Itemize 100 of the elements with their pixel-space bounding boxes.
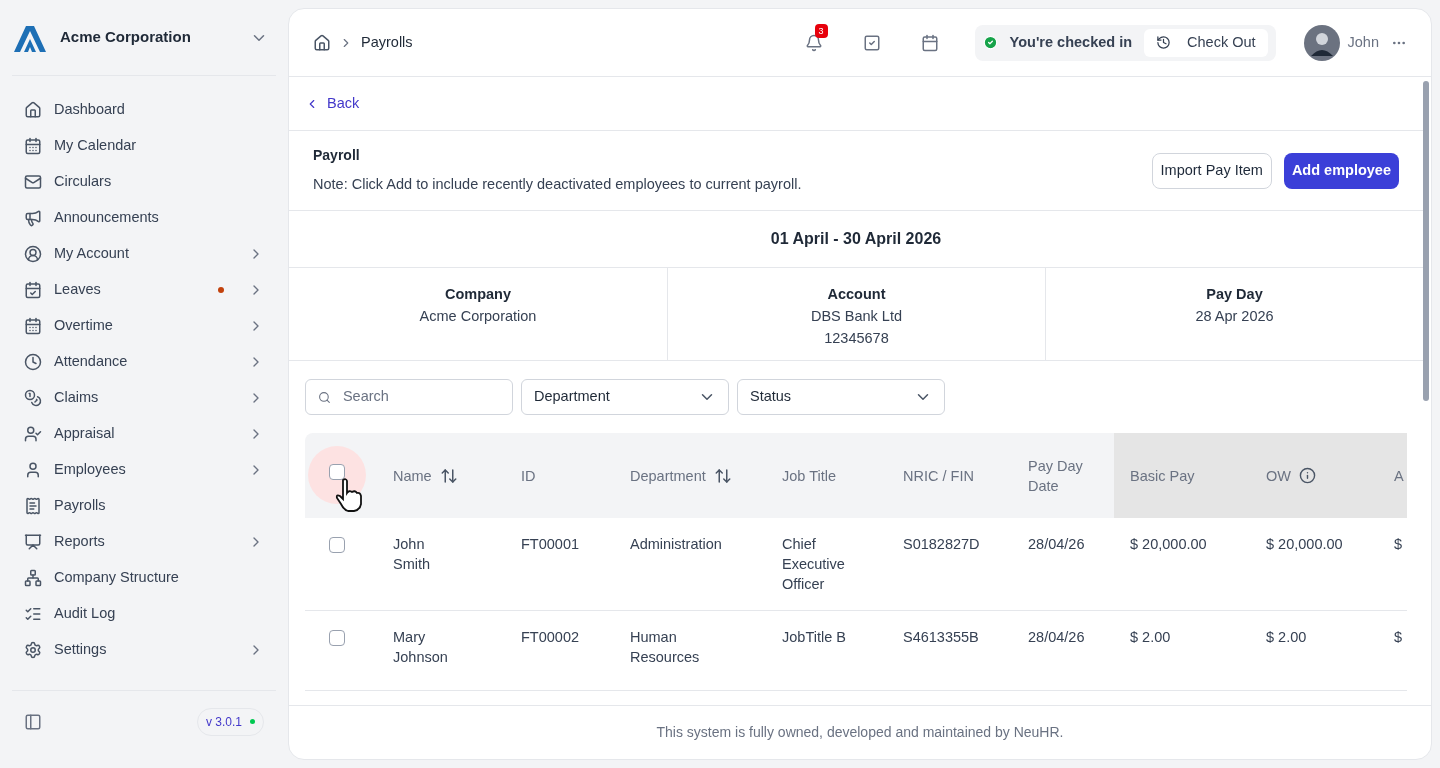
breadcrumb-item[interactable]: Payrolls	[361, 31, 805, 54]
table-cell-text: Mary Johnson	[393, 628, 449, 667]
calendar-icon	[24, 317, 42, 335]
info-value: Acme Corporation	[419, 306, 537, 326]
column-header[interactable]: Department	[630, 465, 706, 486]
sidebar-item[interactable]: Overtime	[12, 308, 276, 344]
check-circle-icon	[982, 35, 998, 50]
table-cell-text: S0182827D	[903, 535, 980, 554]
task-icon[interactable]	[862, 33, 881, 52]
mail-icon	[24, 173, 42, 191]
footer-text: This system is fully owned, developed and maintained by NeuHR.	[656, 723, 1064, 742]
checklist-icon	[24, 605, 42, 623]
search-input[interactable]: Search	[342, 386, 500, 408]
checkbox[interactable]	[329, 537, 345, 553]
user-icon	[24, 461, 42, 479]
home-icon[interactable]	[313, 33, 331, 52]
filter-dropdown[interactable]: Department	[521, 379, 729, 415]
search-icon	[318, 389, 331, 405]
info-label: Account	[827, 285, 886, 304]
table-cell-text: FT00002	[521, 628, 580, 647]
table-cell-text: FT00001	[521, 535, 580, 554]
search-field[interactable]: Search	[305, 379, 513, 415]
table-cell-text: $ 2.00	[1266, 628, 1307, 647]
company-name: Acme Corporation	[60, 27, 192, 48]
scrollbar[interactable]	[1423, 81, 1429, 401]
column-header: A	[1394, 466, 1404, 486]
sidebar-item[interactable]: Attendance	[12, 344, 276, 380]
network-icon	[24, 569, 42, 587]
sidebar-item[interactable]: My Calendar	[12, 128, 276, 164]
table-cell-text: $	[1394, 628, 1403, 647]
table-cell-text: $ 20,000.00	[1266, 535, 1343, 554]
sort-icon[interactable]	[439, 466, 458, 485]
table-cell-text: John Smith	[393, 535, 432, 574]
notification-count: 3	[814, 23, 828, 38]
megaphone-icon	[24, 209, 42, 227]
user-circle-icon	[24, 245, 42, 263]
sidebar-item[interactable]: Settings	[12, 632, 276, 668]
column-header: NRIC / FIN	[903, 466, 974, 486]
column-header: Basic Pay	[1130, 466, 1195, 486]
sidebar-item[interactable]: Announcements	[12, 200, 276, 236]
sidebar-item[interactable]: Payrolls	[12, 488, 276, 524]
user-check-icon	[24, 425, 42, 443]
gear-icon	[24, 641, 42, 659]
table-cell-text: $ 2.00	[1130, 628, 1171, 647]
table-cell-text: $ 20,000.00	[1130, 535, 1207, 554]
info-value: DBS Bank Ltd	[810, 306, 903, 326]
house-icon	[24, 101, 42, 119]
column-header: Pay Day Date	[1028, 456, 1084, 496]
section-title: Payroll	[313, 146, 361, 166]
sidebar-toggle-icon[interactable]	[24, 712, 42, 731]
history-icon	[1156, 35, 1172, 50]
import-button[interactable]: Import Pay Item	[1151, 152, 1272, 189]
sidebar-item[interactable]: Circulars	[12, 164, 276, 200]
add-employee-button[interactable]: Add employee	[1283, 152, 1399, 189]
sidebar-item[interactable]: Reports	[12, 524, 276, 560]
info-icon[interactable]	[1298, 467, 1316, 484]
table-cell-text: $	[1394, 535, 1403, 554]
presentation-icon	[24, 533, 42, 551]
sidebar-item[interactable]: Leaves	[12, 272, 276, 308]
checkbox[interactable]	[329, 630, 345, 646]
table-cell-text: S4613355B	[903, 628, 979, 647]
filter-dropdown[interactable]: Status	[737, 379, 945, 415]
table-cell-text: Chief Executive Officer	[782, 535, 846, 594]
info-value: 12345678	[824, 328, 889, 348]
sidebar-item[interactable]: Audit Log	[12, 596, 276, 632]
column-header: Job Title	[782, 466, 836, 486]
back-link[interactable]: Back	[305, 92, 360, 115]
info-value: 28 Apr 2026	[1195, 306, 1274, 326]
sidebar-item[interactable]: Dashboard	[12, 92, 276, 128]
hand-cursor-icon	[335, 477, 365, 513]
calendar-check-icon	[24, 281, 42, 299]
payroll-note: Note: Click Add to include recently deactivated employees to current payroll.	[313, 175, 803, 195]
table-cell-text: Administration	[630, 535, 722, 554]
table-cell-text: 28/04/26	[1028, 535, 1085, 554]
calendar-icon[interactable]	[920, 33, 939, 52]
sidebar-item[interactable]: Company Structure	[12, 560, 276, 596]
bell-icon[interactable]	[804, 33, 823, 52]
user-name[interactable]: John	[1347, 31, 1379, 54]
table-cell-text: Human Resources	[630, 628, 701, 667]
calendar-icon	[24, 137, 42, 155]
sidebar-item[interactable]: Employees	[12, 452, 276, 488]
sort-icon[interactable]	[713, 466, 732, 485]
checkin-status: You're checked in	[1009, 32, 1133, 52]
table-cell-text: 28/04/26	[1028, 628, 1085, 647]
pay-period: 01 April - 30 April 2026	[770, 229, 942, 249]
info-label: Pay Day	[1206, 285, 1263, 304]
column-header: ID	[521, 466, 536, 486]
column-header[interactable]: Name	[393, 465, 432, 486]
sidebar-item[interactable]: My Account	[12, 236, 276, 272]
coin-icon	[24, 389, 42, 407]
sidebar-item[interactable]: Appraisal	[12, 416, 276, 452]
table-cell-text: JobTitle B	[782, 628, 846, 647]
avatar[interactable]	[1303, 24, 1340, 61]
checkbox[interactable]	[329, 464, 345, 481]
sidebar-item[interactable]: Claims	[12, 380, 276, 416]
receipt-icon	[24, 497, 42, 515]
clock-icon	[24, 353, 42, 371]
column-header: OW	[1266, 466, 1291, 486]
info-label: Company	[444, 285, 512, 304]
checkout-button[interactable]: Check Out	[1144, 28, 1268, 57]
